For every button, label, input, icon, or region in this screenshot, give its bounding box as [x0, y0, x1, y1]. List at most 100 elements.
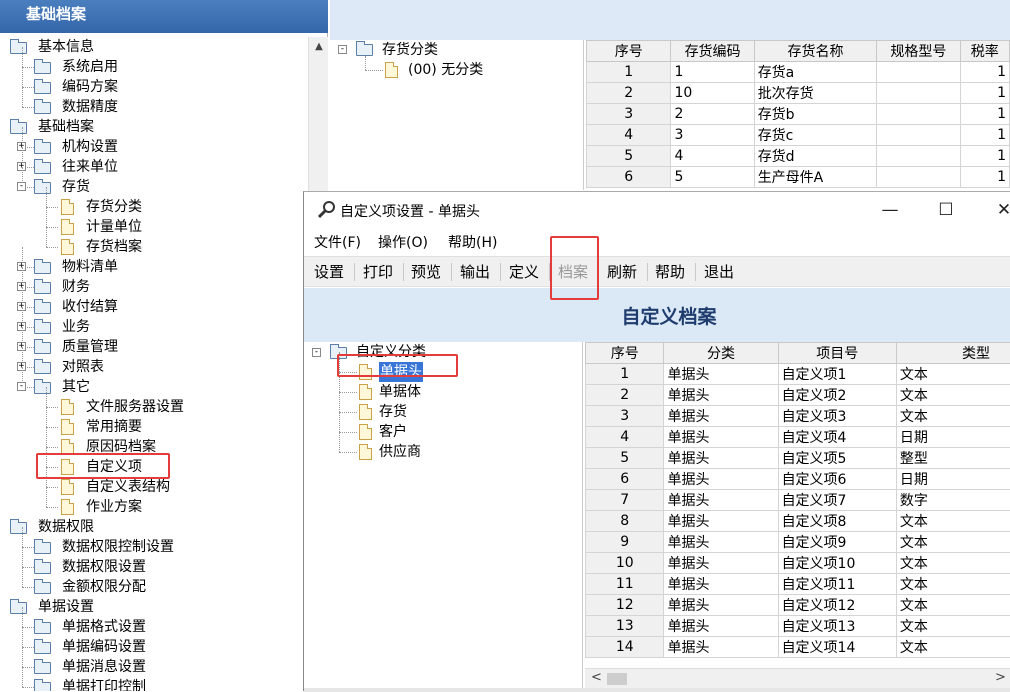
table-row[interactable]: 12单据头自定义项12文本	[586, 595, 1010, 616]
collapse-toggle-icon[interactable]: -	[312, 348, 321, 357]
table-row[interactable]: 43存货c1	[587, 125, 1010, 146]
table-row[interactable]: 210批次存货1	[587, 83, 1010, 104]
scroll-thumb[interactable]	[607, 673, 627, 685]
exit-button[interactable]: 退出	[704, 261, 734, 283]
column-header[interactable]: 税率	[960, 41, 1009, 62]
table-row[interactable]: 13单据头自定义项13文本	[586, 616, 1010, 637]
table-row[interactable]: 8单据头自定义项8文本	[586, 511, 1010, 532]
tree-item[interactable]: 数据权限设置	[62, 557, 146, 577]
toolbar-separator	[354, 263, 355, 281]
tree-item[interactable]: 物料清单	[62, 257, 118, 277]
scroll-right-arrow-icon[interactable]: >	[995, 670, 1006, 685]
column-header[interactable]: 分类	[664, 343, 778, 364]
table-cell: 文本	[896, 385, 1010, 406]
table-row[interactable]: 6单据头自定义项6日期	[586, 469, 1010, 490]
table-row[interactable]: 3单据头自定义项3文本	[586, 406, 1010, 427]
table-row[interactable]: 2单据头自定义项2文本	[586, 385, 1010, 406]
define-button[interactable]: 定义	[509, 261, 539, 283]
tree-item[interactable]: 自定义表结构	[86, 477, 170, 497]
table-row[interactable]: 54存货d1	[587, 146, 1010, 167]
tree-item[interactable]: 基本信息	[38, 37, 94, 57]
tree-item-no-category[interactable]: (00) 无分类	[408, 60, 483, 80]
tree-item[interactable]: 往来单位	[62, 157, 118, 177]
table-row[interactable]: 1单据头自定义项1文本	[586, 364, 1010, 385]
table-row[interactable]: 11单据头自定义项11文本	[586, 574, 1010, 595]
table-row[interactable]: 14单据头自定义项14文本	[586, 637, 1010, 658]
table-row[interactable]: 5单据头自定义项5整型	[586, 448, 1010, 469]
tree-item[interactable]: 单据编码设置	[62, 637, 146, 657]
table-cell: 自定义项3	[778, 406, 896, 427]
tree-item[interactable]: 数据精度	[62, 97, 118, 117]
table-cell: 文本	[896, 616, 1010, 637]
help-button[interactable]: 帮助	[655, 261, 685, 283]
tree-item[interactable]: 财务	[62, 277, 90, 297]
table-cell: 1	[960, 83, 1009, 104]
tree-root-inventory-category[interactable]: 存货分类	[382, 40, 438, 60]
tree-item[interactable]: 存货档案	[86, 237, 142, 257]
tree-item[interactable]: 单据消息设置	[62, 657, 146, 677]
maximize-button[interactable]: ☐	[926, 196, 966, 224]
tree-item[interactable]: 存货	[62, 177, 90, 197]
tree-item[interactable]: 作业方案	[86, 497, 142, 517]
menu-help[interactable]: 帮助(H)	[448, 232, 497, 252]
tree-item[interactable]: 对照表	[62, 357, 104, 377]
scroll-up-arrow-icon[interactable]: ▲	[309, 37, 329, 57]
column-header[interactable]: 序号	[587, 41, 671, 62]
table-cell: 文本	[896, 595, 1010, 616]
refresh-button[interactable]: 刷新	[607, 261, 637, 283]
tree-item[interactable]: 常用摘要	[86, 417, 142, 437]
tree-item[interactable]: 单据设置	[38, 597, 94, 617]
tree-item[interactable]: 系统启用	[62, 57, 118, 77]
menu-file[interactable]: 文件(F)	[314, 232, 361, 252]
table-row[interactable]: 65生产母件A1	[587, 167, 1010, 188]
export-button[interactable]: 输出	[460, 261, 490, 283]
tree-item[interactable]: 业务	[62, 317, 90, 337]
column-header[interactable]: 存货名称	[754, 41, 877, 62]
tree-item[interactable]: 金额权限分配	[62, 577, 146, 597]
column-header[interactable]: 规格型号	[877, 41, 960, 62]
collapse-toggle-icon[interactable]: -	[338, 45, 347, 54]
horizontal-scrollbar[interactable]: < >	[585, 668, 1010, 688]
dialog-titlebar[interactable]: 自定义项设置 - 单据头 — ☐ ✕	[304, 192, 1010, 228]
table-row[interactable]: 7单据头自定义项7数字	[586, 490, 1010, 511]
tree-item[interactable]: 存货分类	[86, 197, 142, 217]
table-row[interactable]: 11存货a1	[587, 62, 1010, 83]
minimize-button[interactable]: —	[870, 196, 910, 224]
print-button[interactable]: 打印	[363, 261, 393, 283]
table-row[interactable]: 9单据头自定义项9文本	[586, 532, 1010, 553]
wrench-icon	[316, 200, 336, 220]
tree-item[interactable]: 其它	[62, 377, 90, 397]
tree-item[interactable]: 收付结算	[62, 297, 118, 317]
tree-item[interactable]: 基础档案	[38, 117, 94, 137]
tree-item[interactable]: 数据权限	[38, 517, 94, 537]
tree-item[interactable]: 存货	[379, 402, 407, 422]
preview-button[interactable]: 预览	[411, 261, 441, 283]
column-header[interactable]: 类型	[896, 343, 1010, 364]
menu-operation[interactable]: 操作(O)	[378, 232, 428, 252]
tree-item[interactable]: 供应商	[379, 442, 421, 462]
tree-item[interactable]: 质量管理	[62, 337, 118, 357]
tree-item[interactable]: 客户	[379, 422, 407, 442]
tree-item[interactable]: 计量单位	[86, 217, 142, 237]
tree-item[interactable]: 文件服务器设置	[86, 397, 184, 417]
table-cell: 9	[586, 532, 664, 553]
column-header[interactable]: 项目号	[778, 343, 896, 364]
tree-item[interactable]: 单据格式设置	[62, 617, 146, 637]
table-row[interactable]: 4单据头自定义项4日期	[586, 427, 1010, 448]
collapse-toggle-icon[interactable]: -	[17, 382, 26, 391]
table-row[interactable]: 10单据头自定义项10文本	[586, 553, 1010, 574]
scroll-left-arrow-icon[interactable]: <	[591, 670, 602, 685]
close-button[interactable]: ✕	[984, 196, 1010, 224]
tree-item[interactable]: 机构设置	[62, 137, 118, 157]
table-row[interactable]: 32存货b1	[587, 104, 1010, 125]
tree-item[interactable]: 数据权限控制设置	[62, 537, 174, 557]
folder-icon	[34, 622, 51, 634]
tree-item[interactable]: 单据打印控制	[62, 677, 146, 691]
setup-button[interactable]: 设置	[314, 261, 344, 283]
column-header[interactable]: 存货编码	[671, 41, 754, 62]
inventory-category-tree: - 存货分类 (00) 无分类	[330, 40, 584, 190]
tree-item[interactable]: 单据体	[379, 382, 421, 402]
column-header[interactable]: 序号	[586, 343, 664, 364]
collapse-toggle-icon[interactable]: -	[17, 182, 26, 191]
tree-item[interactable]: 编码方案	[62, 77, 118, 97]
